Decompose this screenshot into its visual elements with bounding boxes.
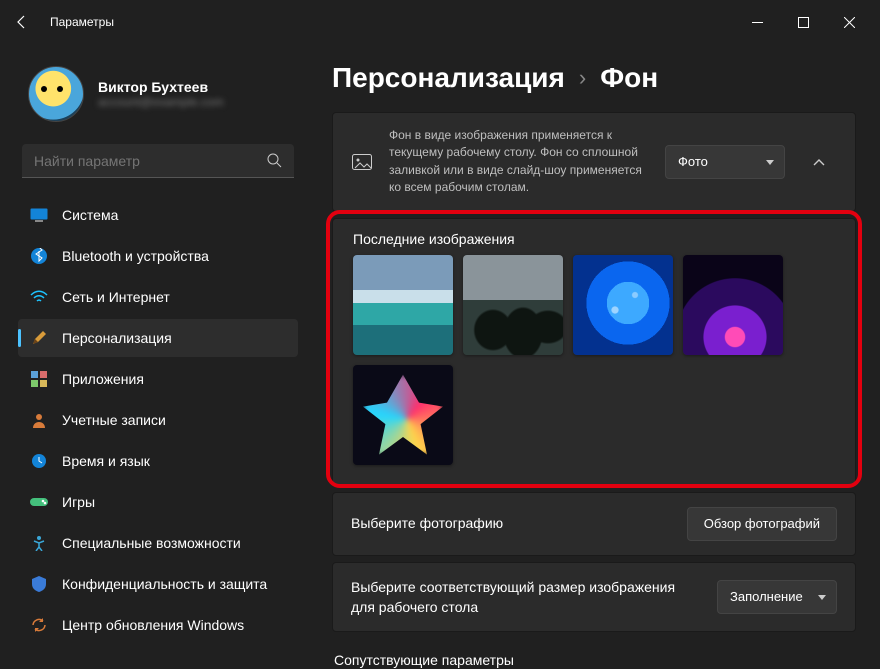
recent-images-title: Последние изображения xyxy=(353,231,835,247)
browse-photos-button[interactable]: Обзор фотографий xyxy=(687,507,837,541)
search-icon xyxy=(267,153,282,168)
user-block[interactable]: Виктор Бухтеев account@example.com xyxy=(18,56,298,140)
back-button[interactable] xyxy=(8,8,36,36)
breadcrumb: Персонализация › Фон xyxy=(332,62,874,94)
nav-label: Система xyxy=(62,207,118,223)
background-type-select[interactable]: Фото xyxy=(665,145,785,179)
close-icon xyxy=(844,17,855,28)
nav-label: Время и язык xyxy=(62,453,150,469)
apps-icon xyxy=(30,370,48,388)
nav: Система Bluetooth и устройства Сеть и Ин… xyxy=(18,196,298,669)
nav-label: Специальные возможности xyxy=(62,535,241,551)
breadcrumb-parent[interactable]: Персонализация xyxy=(332,62,565,94)
chevron-up-icon xyxy=(813,158,825,166)
fit-card: Выберите соответствующий размер изображе… xyxy=(332,562,856,633)
sidebar-item-accounts[interactable]: Учетные записи xyxy=(18,401,298,439)
maximize-button[interactable] xyxy=(780,6,826,38)
wallpaper-thumb[interactable] xyxy=(353,365,453,465)
sidebar-item-update[interactable]: Центр обновления Windows xyxy=(18,606,298,644)
background-desc: Фон в виде изображения применяется к тек… xyxy=(389,127,649,197)
sidebar-item-apps[interactable]: Приложения xyxy=(18,360,298,398)
sidebar-item-accessibility[interactable]: Специальные возможности xyxy=(18,524,298,562)
maximize-icon xyxy=(798,17,809,28)
choose-photo-label: Выберите фотографию xyxy=(351,515,503,531)
main-content: Персонализация › Фон Фон в виде изображе… xyxy=(310,44,880,669)
fit-label: Выберите соответствующий размер изображе… xyxy=(351,579,675,615)
titlebar: Параметры xyxy=(0,0,880,44)
nav-label: Игры xyxy=(62,494,95,510)
avatar xyxy=(28,66,84,122)
clock-icon xyxy=(30,452,48,470)
system-icon xyxy=(30,206,48,224)
minimize-icon xyxy=(752,17,763,28)
breadcrumb-current: Фон xyxy=(600,62,658,94)
close-button[interactable] xyxy=(826,6,872,38)
fit-select[interactable]: Заполнение xyxy=(717,580,837,614)
wallpaper-thumb[interactable] xyxy=(573,255,673,355)
sidebar-item-system[interactable]: Система xyxy=(18,196,298,234)
choose-photo-card: Выберите фотографию Обзор фотографий xyxy=(332,492,856,556)
sidebar-item-games[interactable]: Игры xyxy=(18,483,298,521)
nav-label: Учетные записи xyxy=(62,412,166,428)
bluetooth-icon xyxy=(30,247,48,265)
user-icon xyxy=(30,411,48,429)
minimize-button[interactable] xyxy=(734,6,780,38)
wifi-icon xyxy=(30,288,48,306)
sidebar-item-privacy[interactable]: Конфиденциальность и защита xyxy=(18,565,298,603)
update-icon xyxy=(30,616,48,634)
sidebar-item-time[interactable]: Время и язык xyxy=(18,442,298,480)
recent-thumbnails xyxy=(353,255,835,465)
user-name: Виктор Бухтеев xyxy=(98,79,224,95)
collapse-button[interactable] xyxy=(801,144,837,180)
sidebar-item-bluetooth[interactable]: Bluetooth и устройства xyxy=(18,237,298,275)
accessibility-icon xyxy=(30,534,48,552)
nav-label: Персонализация xyxy=(62,330,172,346)
sidebar-item-network[interactable]: Сеть и Интернет xyxy=(18,278,298,316)
background-type-card: Фон в виде изображения применяется к тек… xyxy=(332,112,856,212)
shield-icon xyxy=(30,575,48,593)
sidebar: Виктор Бухтеев account@example.com Систе… xyxy=(0,44,310,669)
wallpaper-thumb[interactable] xyxy=(353,255,453,355)
sidebar-item-personalization[interactable]: Персонализация xyxy=(18,319,298,357)
nav-label: Сеть и Интернет xyxy=(62,289,170,305)
gamepad-icon xyxy=(30,493,48,511)
user-sub: account@example.com xyxy=(98,95,224,109)
brush-icon xyxy=(30,329,48,347)
window-title: Параметры xyxy=(50,15,114,29)
recent-images-highlight: Последние изображения xyxy=(332,218,874,486)
nav-label: Центр обновления Windows xyxy=(62,617,244,633)
arrow-left-icon xyxy=(14,14,30,30)
related-title: Сопутствующие параметры xyxy=(334,652,874,668)
wallpaper-thumb[interactable] xyxy=(683,255,783,355)
chevron-right-icon: › xyxy=(579,65,586,91)
wallpaper-thumb[interactable] xyxy=(463,255,563,355)
picture-icon xyxy=(351,154,373,170)
search-input[interactable] xyxy=(34,153,267,169)
search-box[interactable] xyxy=(22,144,294,178)
nav-label: Bluetooth и устройства xyxy=(62,248,209,264)
nav-label: Приложения xyxy=(62,371,144,387)
nav-label: Конфиденциальность и защита xyxy=(62,576,267,592)
